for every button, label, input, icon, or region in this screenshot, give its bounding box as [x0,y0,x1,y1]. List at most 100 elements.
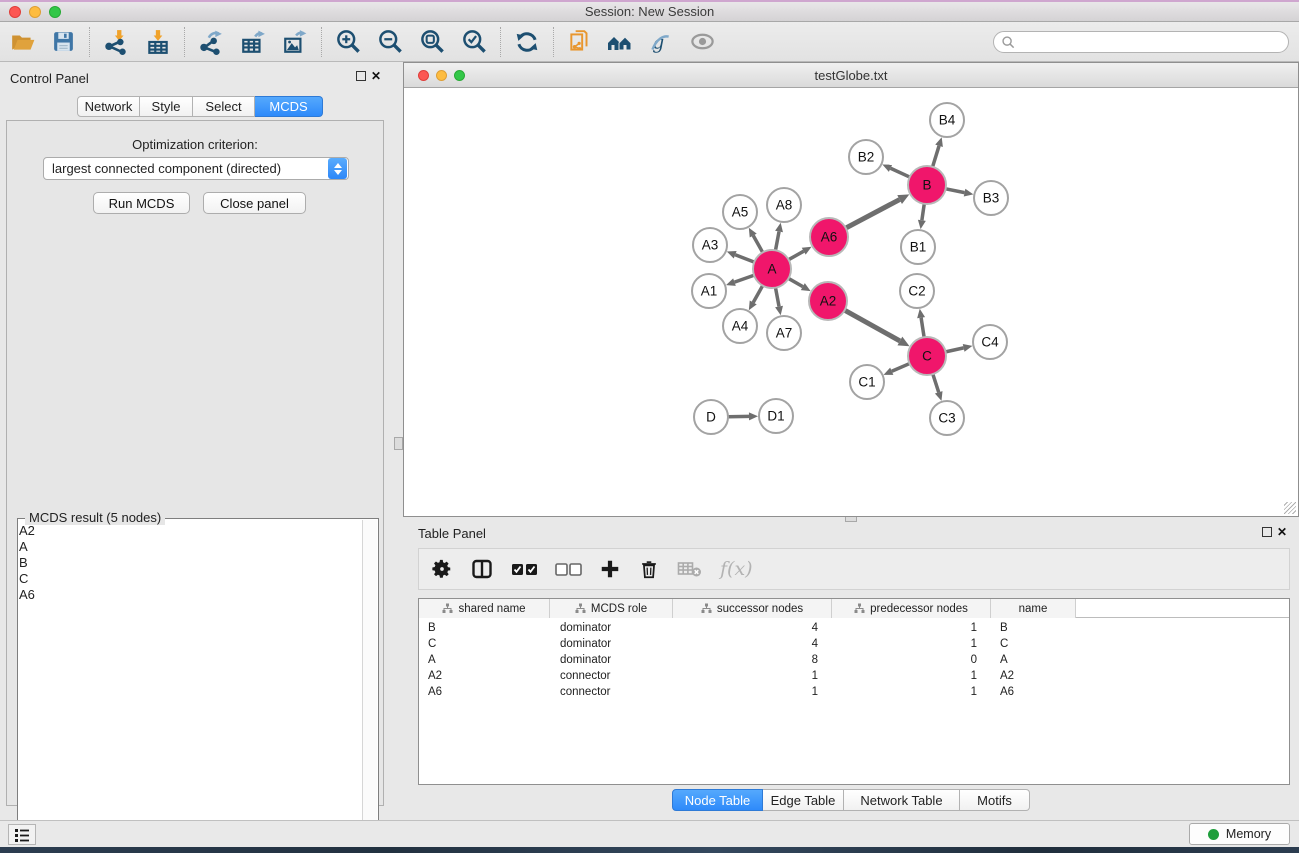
table-row[interactable]: Adominator80A [419,652,1289,668]
delete-columns-icon[interactable] [638,556,660,582]
new-network-from-selection-icon[interactable] [565,27,595,57]
unselect-all-columns-icon[interactable] [555,556,582,582]
tab-motifs[interactable]: Motifs [960,789,1030,811]
graph-edge-A-A7[interactable] [776,288,780,307]
column-header-shared-name[interactable]: shared name [419,599,550,618]
graph-node-A5[interactable]: A5 [723,195,757,229]
graph-node-B2[interactable]: B2 [849,140,883,174]
column-header-successor-nodes[interactable]: successor nodes [673,599,832,618]
graph-node-C[interactable]: C [908,337,946,375]
import-network-icon[interactable] [101,27,131,57]
result-item[interactable]: A6 [19,587,349,603]
graph-node-D[interactable]: D [694,400,728,434]
export-image-icon[interactable] [280,27,310,57]
graph-edge-B-B3[interactable] [946,189,965,193]
export-table-icon[interactable] [238,27,268,57]
graph-node-A4[interactable]: A4 [723,309,757,343]
table-row[interactable]: Cdominator41C [419,636,1289,652]
save-session-icon[interactable] [48,27,78,57]
graph-edge-A-A5[interactable] [753,236,762,253]
column-header-predecessor-nodes[interactable]: predecessor nodes [832,599,991,618]
result-scrollbar[interactable] [362,520,377,853]
run-mcds-button[interactable]: Run MCDS [93,192,190,214]
graph-node-B4[interactable]: B4 [930,103,964,137]
graph-node-A1[interactable]: A1 [692,274,726,308]
graph-node-D1[interactable]: D1 [759,399,793,433]
graph-edge-A6-B[interactable] [846,200,900,229]
graph-edge-A-A2[interactable] [788,278,802,286]
tab-network-table[interactable]: Network Table [844,789,960,811]
tab-select[interactable]: Select [193,96,255,117]
table-row[interactable]: A2connector11A2 [419,668,1289,684]
graph-edge-A-A3[interactable] [735,255,754,262]
graph-edge-C-C2[interactable] [921,318,924,338]
result-item[interactable]: B [19,555,349,571]
float-panel-icon[interactable] [356,71,366,81]
graph-node-C2[interactable]: C2 [900,274,934,308]
vertical-splitter-grip[interactable] [394,437,403,450]
graph-node-A7[interactable]: A7 [767,316,801,350]
select-all-columns-icon[interactable] [511,556,538,582]
tab-network[interactable]: Network [77,96,140,117]
first-neighbors-icon[interactable] [605,27,635,57]
tab-mcds[interactable]: MCDS [255,96,323,117]
import-table-icon[interactable] [143,27,173,57]
graph-node-B[interactable]: B [908,166,946,204]
show-columns-icon[interactable] [470,556,494,582]
graph-node-B3[interactable]: B3 [974,181,1008,215]
close-panel-icon[interactable]: ✕ [371,69,381,83]
memory-button[interactable]: Memory [1189,823,1290,845]
function-builder-icon[interactable]: f(x) [720,556,753,582]
result-item[interactable]: C [19,571,349,587]
table-row[interactable]: A6connector11A6 [419,684,1289,700]
graph-node-A3[interactable]: A3 [693,228,727,262]
graph-edge-A-A8[interactable] [776,232,780,251]
tab-edge-table[interactable]: Edge Table [763,789,844,811]
open-session-icon[interactable] [8,27,38,57]
graph-edge-B-B1[interactable] [922,204,924,220]
result-item[interactable]: A2 [19,523,349,539]
create-column-icon[interactable] [599,556,621,582]
close-table-panel-icon[interactable]: ✕ [1277,525,1287,539]
graph-node-B1[interactable]: B1 [901,230,935,264]
graph-node-A2[interactable]: A2 [809,282,847,320]
zoom-fit-icon[interactable] [417,27,447,57]
column-header-name[interactable]: name [991,599,1076,618]
hide-selected-icon[interactable]: g [645,27,675,57]
graph-edge-A-A1[interactable] [734,275,754,282]
zoom-selected-icon[interactable] [459,27,489,57]
close-panel-button[interactable]: Close panel [203,192,306,214]
table-options-icon[interactable] [431,556,453,582]
criterion-dropdown[interactable]: largest connected component (directed) [43,157,349,180]
delete-table-icon[interactable] [677,556,703,582]
search-box[interactable] [993,31,1289,53]
show-all-icon[interactable] [687,27,717,57]
tab-node-table[interactable]: Node Table [672,789,763,811]
graph-node-A6[interactable]: A6 [810,218,848,256]
graph-node-C1[interactable]: C1 [850,365,884,399]
export-network-icon[interactable] [196,27,226,57]
result-item[interactable]: A [19,539,349,555]
graph-edge-A2-C[interactable] [845,310,900,341]
tab-style[interactable]: Style [140,96,193,117]
network-canvas[interactable]: B4 B2 B B3 A8 A5 A6 A3 B1 A A1 C2 A2 A4 A7 C4 C C1 C3 D D1 [404,88,1298,516]
show-task-history-button[interactable] [8,824,36,845]
graph-edge-C-C1[interactable] [892,364,910,372]
zoom-in-icon[interactable] [333,27,363,57]
table-row[interactable]: Bdominator41B [419,620,1289,636]
graph-edge-C-C3[interactable] [933,374,939,392]
graph-edge-A-A6[interactable] [789,251,804,260]
graph-edge-B-B2[interactable] [891,168,910,177]
graph-edge-C-C4[interactable] [946,348,964,352]
zoom-out-icon[interactable] [375,27,405,57]
graph-node-A8[interactable]: A8 [767,188,801,222]
graph-node-C4[interactable]: C4 [973,325,1007,359]
graph-node-A[interactable]: A [753,250,791,288]
graph-edge-B-B4[interactable] [933,146,939,167]
search-input[interactable] [1021,33,1288,51]
apply-layout-icon[interactable] [512,27,542,57]
column-header-mcds-role[interactable]: MCDS role [550,599,673,618]
graph-node-C3[interactable]: C3 [930,401,964,435]
float-table-panel-icon[interactable] [1262,527,1272,537]
window-resize-grip-icon[interactable] [1284,502,1296,514]
